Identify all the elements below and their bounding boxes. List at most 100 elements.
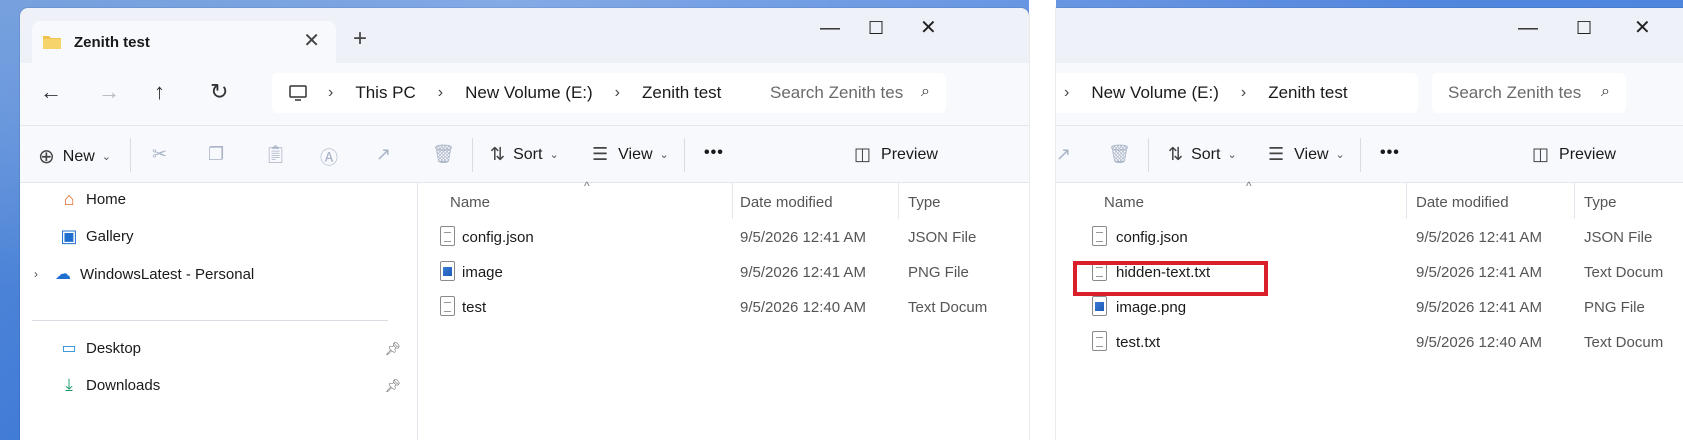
file-name: config.json [1116,229,1188,246]
separator [1360,138,1361,172]
navigation-pane: ⌂ Home ▣ Gallery › ☁ WindowsLatest - Per… [20,183,418,440]
file-image-icon [1092,296,1107,316]
file-type: JSON File [1584,229,1653,246]
back-arrow-icon[interactable]: ← [40,79,62,105]
rename-icon[interactable]: Ⓐ [320,144,338,170]
pin-icon[interactable]: 📌︎ [384,378,401,394]
file-type: Text Docum [1584,334,1664,351]
view-label: View [618,145,653,163]
delete-icon[interactable]: 🗑︎ [1108,144,1131,165]
nav-item-onedrive[interactable]: › ☁ WindowsLatest - Personal [34,264,254,284]
close-window-icon[interactable]: ✕ [920,18,937,38]
close-window-icon[interactable]: ✕ [1634,18,1651,38]
breadcrumb-zenith-test[interactable]: Zenith test [642,83,721,103]
breadcrumb-new-volume[interactable]: New Volume (E:) [465,83,593,103]
chevron-right-icon: › [614,84,620,101]
column-type[interactable]: Type [1584,194,1617,211]
column-divider[interactable] [1574,183,1575,219]
file-row[interactable]: image 9/5/2026 12:41 AM PNG File [418,256,1029,290]
home-icon: ⌂ [63,189,75,209]
breadcrumb-new-volume[interactable]: New Volume (E:) [1091,83,1219,103]
file-row[interactable]: config.json 9/5/2026 12:41 AM JSON File [1056,221,1683,255]
delete-icon[interactable]: 🗑︎ [432,144,455,165]
add-circle-icon: ⊕ [38,146,55,168]
search-icon: ⌕ [921,83,930,100]
view-button[interactable]: ☰ View ⌄ [592,144,669,165]
nav-item-downloads[interactable]: ⤓ Downloads [58,375,160,395]
file-name: image.png [1116,299,1187,316]
up-arrow-icon[interactable]: ↑ [154,79,165,105]
column-type[interactable]: Type [908,194,941,211]
sort-ascending-icon: ^ [1246,179,1252,193]
sort-button[interactable]: ⇅ Sort ⌄ [1168,144,1237,165]
close-tab-icon[interactable]: ✕ [303,31,320,51]
refresh-icon[interactable]: ↻ [210,79,228,105]
breadcrumb-this-pc[interactable]: This PC [355,83,415,103]
new-button[interactable]: ⊕ New ⌄ [38,144,111,169]
file-list: ^ Name Date modified Type config.json 9/… [418,179,1029,440]
more-options-icon[interactable]: ••• [1380,144,1400,162]
maximize-icon[interactable]: ☐ [868,18,884,38]
more-options-icon[interactable]: ••• [704,144,724,162]
file-type: JSON File [908,229,977,246]
address-row: ← → ↑ ↻ › This PC › New Volume (E:) › Ze… [20,63,1029,125]
image-divider [1029,0,1056,440]
column-date-modified[interactable]: Date modified [740,194,833,211]
separator [684,138,685,172]
file-name: config.json [462,229,534,246]
folder-icon [43,36,61,49]
cut-icon[interactable]: ✂ [152,144,167,165]
nav-item-home[interactable]: ⌂ Home [58,189,126,210]
file-date: 9/5/2026 12:41 AM [1416,264,1542,281]
nav-desktop-label: Desktop [86,339,142,357]
minimize-icon[interactable]: — [820,18,840,38]
paste-icon[interactable]: 📋︎ [264,144,287,165]
file-row[interactable]: config.json 9/5/2026 12:41 AM JSON File [418,221,1029,255]
column-divider[interactable] [1406,183,1407,219]
sort-icon: ⇅ [490,144,506,164]
nav-item-gallery[interactable]: ▣ Gallery [58,226,133,247]
pin-icon[interactable]: 📌︎ [384,341,401,357]
view-button[interactable]: ☰ View ⌄ [1268,144,1345,165]
search-input[interactable]: Search Zenith tes ⌕ [754,73,946,113]
chevron-down-icon: ⌄ [549,149,559,161]
file-row[interactable]: test.txt 9/5/2026 12:40 AM Text Docum [1056,326,1683,360]
share-icon[interactable]: ↗ [376,144,391,165]
file-date: 9/5/2026 12:40 AM [1416,334,1542,351]
highlight-annotation-box [1073,261,1268,296]
chevron-right-icon[interactable]: › [34,267,38,281]
file-row[interactable]: image.png 9/5/2026 12:41 AM PNG File [1056,291,1683,325]
breadcrumb-zenith-test[interactable]: Zenith test [1268,83,1347,103]
column-divider[interactable] [898,183,899,219]
file-explorer-window-right: — ☐ ✕ › New Volume (E:) › Zenith test Se… [1056,8,1683,440]
column-name[interactable]: Name [1104,194,1144,211]
computer-icon [289,85,307,101]
column-date-modified[interactable]: Date modified [1416,194,1509,211]
column-divider[interactable] [732,183,733,219]
separator [1148,138,1149,172]
new-tab-icon[interactable]: + [353,26,367,52]
minimize-icon[interactable]: — [1518,18,1538,38]
breadcrumb[interactable]: › This PC › New Volume (E:) › Zenith tes… [272,73,802,113]
chevron-right-icon: › [1064,84,1070,101]
file-explorer-window-left: Zenith test ✕ + — ☐ ✕ ← → ↑ ↻ › This PC … [20,8,1029,440]
nav-home-label: Home [86,191,127,208]
chevron-down-icon: ⌄ [1335,149,1345,161]
copy-icon[interactable]: ❐ [208,144,224,165]
sort-button[interactable]: ⇅ Sort ⌄ [490,144,559,165]
preview-button[interactable]: ◫ Preview [1532,144,1616,165]
nav-downloads-label: Downloads [86,376,161,394]
tab-zenith-test[interactable]: Zenith test ✕ [32,21,336,63]
share-icon[interactable]: ↗ [1056,144,1071,165]
forward-arrow-icon[interactable]: → [98,79,120,105]
search-input[interactable]: Search Zenith tes ⌕ [1432,73,1626,113]
view-icon: ☰ [592,144,609,164]
maximize-icon[interactable]: ☐ [1576,18,1592,38]
breadcrumb[interactable]: › New Volume (E:) › Zenith test [1056,73,1418,113]
file-doc-icon [440,296,455,316]
file-type: PNG File [1584,299,1645,316]
nav-item-desktop[interactable]: ▭ Desktop [58,338,141,358]
column-name[interactable]: Name [450,194,490,211]
file-row[interactable]: test 9/5/2026 12:40 AM Text Docum [418,291,1029,325]
preview-button[interactable]: ◫ Preview [854,144,938,165]
